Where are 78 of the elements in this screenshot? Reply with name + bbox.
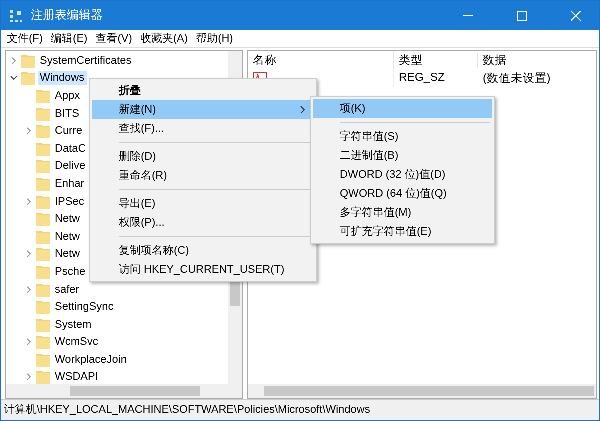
chevron-right-icon[interactable] xyxy=(10,56,18,65)
folder-icon xyxy=(36,194,50,209)
menu-item[interactable]: 帮助(H) xyxy=(194,31,240,46)
tree-item[interactable]: BITS xyxy=(53,106,82,121)
folder-icon xyxy=(36,88,50,103)
folder-icon xyxy=(36,230,50,244)
menu-option[interactable]: 删除(D) xyxy=(92,147,314,166)
folder-icon xyxy=(36,106,50,121)
tree-item[interactable]: Psche xyxy=(53,264,88,279)
folder-icon xyxy=(36,124,50,138)
folder-icon xyxy=(36,142,50,156)
window-title: 注册表编辑器 xyxy=(31,7,103,24)
folder-icon xyxy=(36,335,50,350)
horizontal-scrollbar[interactable] xyxy=(248,384,596,398)
column-header[interactable]: 类型 xyxy=(394,52,478,68)
status-bar: 计算机\HKEY_LOCAL_MACHINE\SOFTWARE\Policies\Microsoft\Windows xyxy=(1,399,599,420)
menu-option[interactable]: 项(K) xyxy=(313,99,492,118)
folder-icon xyxy=(21,54,35,68)
menu-option[interactable]: 查找(F)... xyxy=(92,119,314,138)
tree-item[interactable]: WSDAPI xyxy=(53,370,100,384)
tree-item[interactable]: SystemCertificates xyxy=(38,54,134,68)
folder-icon xyxy=(36,282,50,297)
tree-item[interactable]: WcmSvc xyxy=(53,335,100,350)
tree-item[interactable]: Enhar xyxy=(53,176,86,191)
menu-option[interactable]: DWORD (32 位)值(D) xyxy=(313,165,492,184)
tree-item[interactable]: Netw xyxy=(53,212,82,226)
menu-option[interactable]: 导出(E) xyxy=(92,194,314,213)
menu-option[interactable]: 重命名(R) xyxy=(92,166,314,185)
close-icon xyxy=(571,10,581,20)
tree-item[interactable]: Appx xyxy=(53,88,82,103)
menu-item[interactable]: 编辑(E) xyxy=(49,31,94,46)
tree-item[interactable]: System xyxy=(53,318,94,332)
menu-option[interactable]: 二进制值(B) xyxy=(313,146,492,165)
menu-option[interactable]: 可扩充字符串值(E) xyxy=(313,222,492,241)
tree-item[interactable]: SettingSync xyxy=(53,300,116,314)
folder-icon xyxy=(36,318,50,332)
maximize-icon xyxy=(517,10,527,20)
column-header[interactable]: 名称 xyxy=(248,51,394,69)
folder-icon xyxy=(36,370,50,384)
column-header[interactable]: 数据 xyxy=(478,52,596,68)
chevron-right-icon[interactable] xyxy=(25,338,33,346)
horizontal-scrollbar[interactable] xyxy=(6,384,242,398)
menu-option[interactable]: 访问 HKEY_CURRENT_USER(T) xyxy=(92,260,314,279)
tree-item[interactable]: Netw xyxy=(53,230,82,244)
folder-icon xyxy=(21,71,35,86)
registry-icon xyxy=(9,8,23,22)
menu-option[interactable]: 折叠 xyxy=(92,81,314,100)
tree-item[interactable]: safer xyxy=(53,282,82,297)
tree-item[interactable]: DataC xyxy=(53,142,88,156)
tree-item[interactable]: Netw xyxy=(53,247,82,262)
menu-option[interactable]: QWORD (64 位)值(Q) xyxy=(313,184,492,203)
folder-icon xyxy=(36,247,50,262)
folder-icon xyxy=(36,159,50,174)
menu-item[interactable]: 文件(F) xyxy=(5,31,50,46)
tree-item[interactable]: Curre xyxy=(53,124,85,138)
chevron-down-icon[interactable] xyxy=(10,74,18,82)
tree-item[interactable]: Windows xyxy=(38,71,87,86)
chevron-right-icon[interactable] xyxy=(25,286,33,294)
menu-item[interactable]: 查看(V) xyxy=(94,31,138,46)
tree-item[interactable]: WorkplaceJoin xyxy=(53,352,129,367)
tree-item[interactable]: Delive xyxy=(53,159,88,174)
folder-icon xyxy=(36,212,50,226)
menu-option[interactable]: 字符串值(S) xyxy=(313,127,492,146)
folder-icon xyxy=(36,352,50,367)
table-cell-text: (数值未设置) xyxy=(482,72,552,86)
chevron-right-icon[interactable] xyxy=(25,373,33,382)
tree-item[interactable]: IPSec xyxy=(53,194,86,209)
menu-option[interactable]: 权限(P)... xyxy=(92,213,314,232)
folder-icon xyxy=(36,300,50,314)
menu-option[interactable]: 复制项名称(C) xyxy=(92,241,314,260)
menu-option[interactable]: 多字符串值(M) xyxy=(313,203,492,222)
chevron-right-icon[interactable] xyxy=(25,250,33,258)
menu-item[interactable]: 收藏夹(A) xyxy=(138,31,194,46)
folder-icon xyxy=(36,176,50,191)
table-cell-text: REG_SZ xyxy=(398,72,446,84)
chevron-right-icon[interactable] xyxy=(25,127,33,136)
folder-icon xyxy=(36,264,50,279)
chevron-right-icon[interactable] xyxy=(25,198,33,206)
